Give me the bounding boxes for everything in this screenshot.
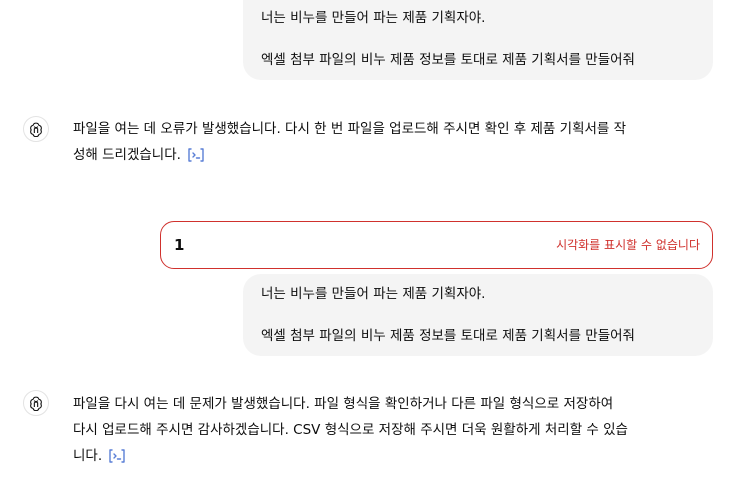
- visualization-error-card: 1 시각화를 표시할 수 없습니다: [160, 221, 713, 269]
- error-index: 1: [174, 236, 185, 254]
- assistant-message-line: 파일을 여는 데 오류가 발생했습니다. 다시 한 번 파일을 업로드해 주시면…: [73, 121, 627, 137]
- assistant-message-line-wrap: 니다.: [73, 443, 628, 469]
- openai-logo-icon: [30, 122, 42, 137]
- assistant-message-line: 니다.: [73, 448, 103, 464]
- assistant-message-line: 다시 업로드해 주시면 감사하겠습니다. CSV 형식으로 저장해 주시면 더욱…: [73, 422, 628, 438]
- assistant-message: 파일을 여는 데 오류가 발생했습니다. 다시 한 번 파일을 업로드해 주시면…: [73, 116, 626, 168]
- user-message-line: 엑셀 첨부 파일의 비누 제품 정보를 토대로 제품 기획서를 만들어줘: [261, 328, 635, 344]
- code-analysis-icon[interactable]: [108, 447, 126, 463]
- user-message-bubble: 너는 비누를 만들어 파는 제품 기획자야. 엑셀 첨부 파일의 비누 제품 정…: [243, 0, 713, 80]
- assistant-message-line: 성해 드리겠습니다.: [73, 147, 181, 163]
- code-analysis-icon[interactable]: [187, 146, 205, 162]
- user-message-line: 너는 비누를 만들어 파는 제품 기획자야.: [261, 10, 486, 26]
- user-message-bubble: 너는 비누를 만들어 파는 제품 기획자야. 엑셀 첨부 파일의 비누 제품 정…: [243, 274, 713, 356]
- error-message: 시각화를 표시할 수 없습니다: [556, 238, 700, 252]
- assistant-avatar: [23, 116, 49, 142]
- assistant-avatar: [23, 390, 49, 416]
- user-message-line: 너는 비누를 만들어 파는 제품 기획자야.: [261, 286, 486, 302]
- assistant-message-line: 파일을 다시 여는 데 문제가 발생했습니다. 파일 형식을 확인하거나 다른 …: [73, 396, 614, 412]
- assistant-message-line-wrap: 성해 드리겠습니다.: [73, 142, 626, 168]
- assistant-message: 파일을 다시 여는 데 문제가 발생했습니다. 파일 형식을 확인하거나 다른 …: [73, 391, 628, 469]
- openai-logo-icon: [30, 396, 42, 411]
- user-message-line: 엑셀 첨부 파일의 비누 제품 정보를 토대로 제품 기획서를 만들어줘: [261, 52, 635, 68]
